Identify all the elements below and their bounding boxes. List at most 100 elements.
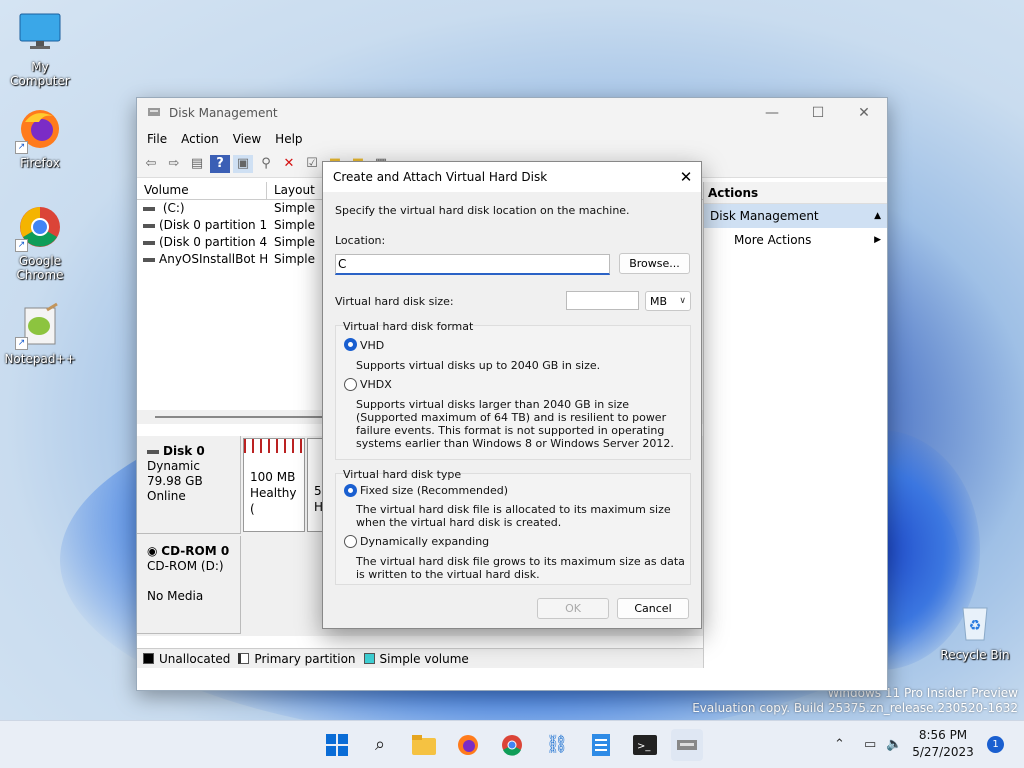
notepad-icon[interactable] xyxy=(585,729,617,761)
disk-0-label[interactable]: Disk 0 Dynamic 79.98 GB Online xyxy=(137,436,241,534)
fixed-size-radio[interactable] xyxy=(344,484,357,497)
partition-status: Healthy ( xyxy=(250,486,297,516)
svg-text:>_: >_ xyxy=(637,741,651,752)
table-row[interactable]: AnyOSInstallBot H... Simple xyxy=(137,251,327,268)
table-row[interactable]: (Disk 0 partition 4) Simple xyxy=(137,234,327,251)
dialog-title: Create and Attach Virtual Hard Disk xyxy=(333,170,548,184)
vhdx-radio[interactable] xyxy=(344,378,357,391)
actions-more-actions[interactable]: More Actions ▶ xyxy=(704,228,887,252)
desktop-icon-notepadpp[interactable]: ↗ Notepad++ xyxy=(0,302,80,366)
partition-size: 59 xyxy=(314,484,322,498)
volume-icon xyxy=(143,223,155,228)
recycle-bin-icon: ♻ xyxy=(952,598,998,644)
clock-date: 5/27/2023 xyxy=(912,745,974,759)
close-button[interactable]: ✕ xyxy=(841,105,887,121)
maximize-button[interactable]: ☐ xyxy=(795,105,841,121)
volume-name: (Disk 0 partition 1) xyxy=(159,218,267,232)
desktop-icon-my-computer[interactable]: My Computer xyxy=(0,10,80,88)
start-button[interactable] xyxy=(321,729,353,761)
location-input[interactable]: C xyxy=(335,254,610,275)
firefox-icon[interactable] xyxy=(452,729,484,761)
clock[interactable]: 8:56 PM 5/27/2023 xyxy=(910,727,976,761)
size-unit-select[interactable]: MB ∨ xyxy=(645,291,691,311)
size-input[interactable] xyxy=(566,291,639,310)
volume-layout: Simple xyxy=(274,235,315,249)
partition-1[interactable]: 100 MB Healthy ( xyxy=(243,438,305,532)
partition-3[interactable]: 59 He xyxy=(307,438,323,532)
cdrom-media: No Media xyxy=(147,589,204,603)
desktop-icon-chrome[interactable]: ↗ Google Chrome xyxy=(0,204,80,282)
volume-layout: Simple xyxy=(274,252,315,266)
actions-pane: Actions Disk Management ▲ More Actions ▶ xyxy=(703,182,887,668)
desktop-icon-label: Recycle Bin xyxy=(940,648,1010,662)
desktop-icon-recycle-bin[interactable]: ♻ Recycle Bin xyxy=(935,598,1015,662)
properties-icon[interactable]: ▤ xyxy=(187,155,207,173)
location-label: Location: xyxy=(335,234,386,247)
legend-swatch-unallocated xyxy=(143,653,154,664)
volume-icon[interactable]: 🔈 xyxy=(886,721,902,768)
more-actions-label: More Actions xyxy=(734,233,812,247)
vhdx-description: Supports virtual disks larger than 2040 … xyxy=(356,398,674,450)
forward-icon[interactable]: ⇨ xyxy=(164,155,184,173)
display-icon[interactable]: ▭ xyxy=(864,721,876,768)
vhd-radio[interactable] xyxy=(344,338,357,351)
disk-management-taskbar-icon[interactable] xyxy=(671,729,703,761)
vhd-label[interactable]: VHD xyxy=(360,339,384,352)
chrome-icon[interactable] xyxy=(496,729,528,761)
actions-disk-management[interactable]: Disk Management ▲ xyxy=(704,204,887,228)
disk-icon xyxy=(147,449,159,454)
title-bar[interactable]: Disk Management — ☐ ✕ xyxy=(137,98,887,128)
volume-icon xyxy=(143,257,155,262)
desktop-icon-label: Notepad++ xyxy=(4,352,76,366)
shortcut-arrow-icon: ↗ xyxy=(15,239,28,252)
volume-icon xyxy=(143,206,155,211)
notification-badge[interactable]: 1 xyxy=(987,736,1004,753)
show-hidden-icons-chevron[interactable]: ⌃ xyxy=(834,721,845,768)
vhdx-label[interactable]: VHDX xyxy=(360,378,392,391)
legend-primary: Primary partition xyxy=(254,651,356,666)
minimize-button[interactable]: — xyxy=(749,105,795,121)
dynamic-label[interactable]: Dynamically expanding xyxy=(360,535,489,548)
disk-management-icon xyxy=(147,105,161,122)
vhd-description: Supports virtual disks up to 2040 GB in … xyxy=(356,359,601,372)
network-app-icon[interactable]: ⛓ xyxy=(541,729,573,761)
column-volume[interactable]: Volume xyxy=(137,182,267,199)
volume-name: AnyOSInstallBot H... xyxy=(159,252,267,266)
chevron-down-icon: ∨ xyxy=(679,296,686,306)
monitor-icon xyxy=(17,10,63,56)
menu-view[interactable]: View xyxy=(233,132,261,146)
connect-icon[interactable]: ⚲ xyxy=(256,155,276,173)
legend-unallocated: Unallocated xyxy=(159,651,231,666)
browse-button[interactable]: Browse... xyxy=(619,253,690,274)
column-layout[interactable]: Layout xyxy=(267,182,327,199)
file-explorer-icon[interactable] xyxy=(408,729,440,761)
desktop-icon-label: Google Chrome xyxy=(16,254,64,282)
table-row[interactable]: (C:) Simple xyxy=(137,200,327,217)
search-icon[interactable]: ⌕ xyxy=(364,729,396,761)
desktop-icon-firefox[interactable]: ↗ Firefox xyxy=(0,106,80,170)
size-unit-value: MB xyxy=(650,295,668,308)
show-hide-icon[interactable]: ▣ xyxy=(233,154,253,173)
type-group-label: Virtual hard disk type xyxy=(343,468,462,481)
dialog-close-button[interactable]: ✕ xyxy=(671,168,701,186)
partition-status: He xyxy=(314,500,323,514)
help-icon[interactable]: ? xyxy=(210,154,230,173)
terminal-icon[interactable]: >_ xyxy=(629,729,661,761)
cancel-button[interactable]: Cancel xyxy=(617,598,689,619)
menu-help[interactable]: Help xyxy=(275,132,302,146)
fixed-size-label[interactable]: Fixed size (Recommended) xyxy=(360,484,508,497)
back-icon[interactable]: ⇦ xyxy=(141,155,161,173)
disk-size: 79.98 GB xyxy=(147,474,203,488)
size-label: Virtual hard disk size: xyxy=(335,295,454,308)
disk-name: Disk 0 xyxy=(163,444,205,458)
dynamic-radio[interactable] xyxy=(344,535,357,548)
table-row[interactable]: (Disk 0 partition 1) Simple xyxy=(137,217,327,234)
cdrom-0-label[interactable]: ◉ CD-ROM 0 CD-ROM (D:) No Media xyxy=(137,536,241,634)
dialog-title-bar[interactable]: Create and Attach Virtual Hard Disk ✕ xyxy=(323,162,701,192)
ok-button[interactable]: OK xyxy=(537,598,609,619)
menu-action[interactable]: Action xyxy=(181,132,219,146)
menu-file[interactable]: File xyxy=(147,132,167,146)
check-icon[interactable]: ☑ xyxy=(302,155,322,173)
watermark-line2: Evaluation copy. Build 25375.zn_release.… xyxy=(692,701,1018,715)
delete-icon[interactable]: ✕ xyxy=(279,155,299,173)
